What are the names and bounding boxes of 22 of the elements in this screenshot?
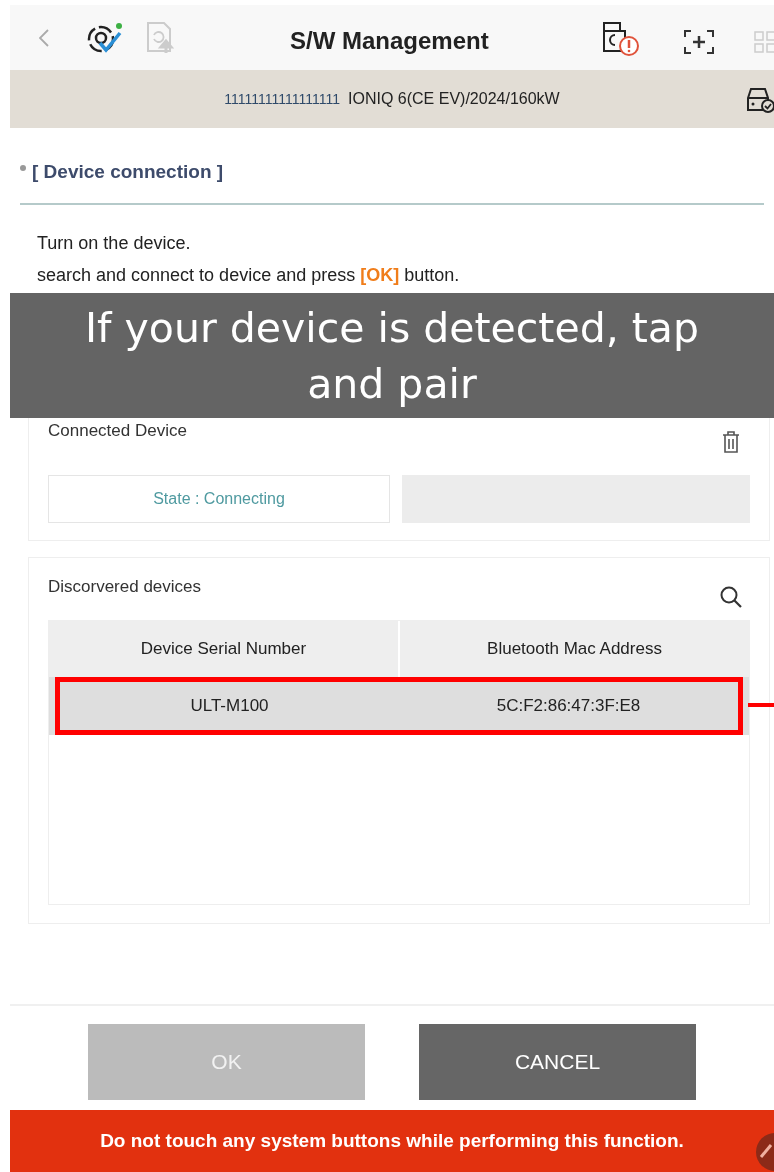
warning-text: Do not touch any system buttons while performing this function. xyxy=(100,1128,684,1153)
screen-title: S/W Management xyxy=(290,26,489,56)
search-icon[interactable] xyxy=(720,585,742,608)
dialog-button[interactable]: CANCEL xyxy=(419,1023,696,1100)
car-check-icon[interactable] xyxy=(744,86,774,114)
section-title: [ Device connection ] xyxy=(32,160,224,184)
vehicle-model-text: IONIQ 6(CE EV)/2024/160kW xyxy=(348,89,560,109)
add-frame-icon[interactable] xyxy=(683,29,715,55)
instruction-text: Turn on the device. xyxy=(37,231,192,255)
card-title: Connected Device xyxy=(48,419,187,442)
caption-overlay: If your device is detected, tap and pair xyxy=(10,293,774,418)
bullet-icon xyxy=(20,165,26,172)
table-cell-text: ULT-M100 xyxy=(189,694,270,717)
vin-text: 11111111111111111 xyxy=(224,89,341,109)
card-title: Discorvered devices xyxy=(48,575,202,598)
trash-icon[interactable] xyxy=(721,429,741,454)
card-alert-icon[interactable] xyxy=(601,21,641,57)
column-header: Device Serial Number xyxy=(139,637,308,660)
column-header: Bluetooth Mac Address xyxy=(398,620,749,677)
table-cell-text: 5C:F2:86:47:3F:E8 xyxy=(495,694,642,717)
state-field: State : Connecting xyxy=(48,474,390,523)
instruction-text: search and connect to device and press [OK] button. xyxy=(37,263,461,287)
